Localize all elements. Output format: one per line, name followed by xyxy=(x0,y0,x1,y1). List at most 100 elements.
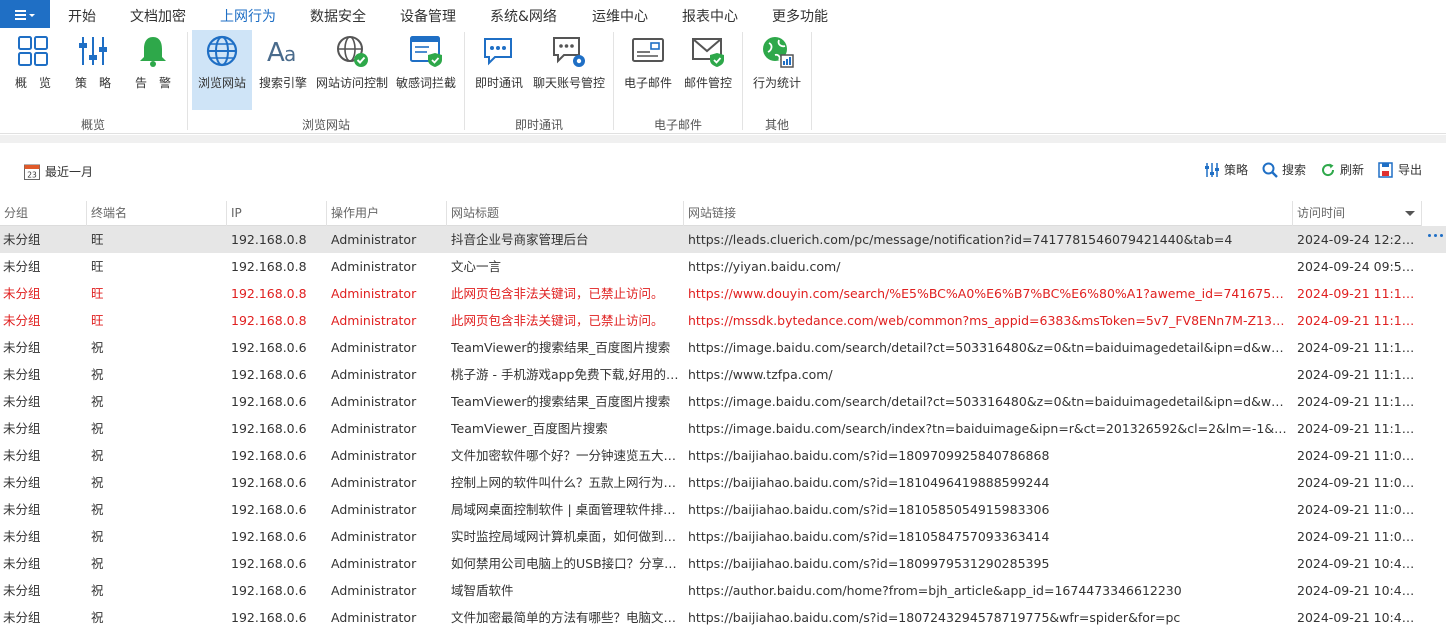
column-header-terminal[interactable]: 终端名 xyxy=(87,201,227,226)
envelope-shield-icon xyxy=(692,38,724,67)
export-button[interactable]: 导出 xyxy=(1378,161,1422,178)
cell-terminal: 祝 xyxy=(91,367,104,382)
refresh-icon xyxy=(1322,163,1334,176)
ribbon-mail-control-label: 邮件管控 xyxy=(683,76,732,90)
menu-tab-start[interactable]: 开始 xyxy=(68,6,96,26)
ribbon-im-label: 即时通讯 xyxy=(474,76,523,90)
cell-group: 未分组 xyxy=(3,610,41,625)
cell-ip: 192.168.0.6 xyxy=(231,448,307,463)
cell-time: 2024-09-21 11:03:42 xyxy=(1297,502,1422,517)
cell-ip: 192.168.0.8 xyxy=(231,232,307,247)
table-row[interactable]: 未分组 旺 192.168.0.8 Administrator 此网页包含非法关键词，已… xyxy=(0,280,1446,307)
table-row[interactable]: 未分组 祝 192.168.0.6 Administrator 实时监控局域网计算机桌面… xyxy=(0,523,1446,550)
cell-title: 文件加密最简单的方法有哪些？电脑文件... xyxy=(451,610,681,625)
table-row[interactable]: 未分组 祝 192.168.0.6 Administrator TeamViewer_百… xyxy=(0,415,1446,442)
table-row[interactable]: 未分组 祝 192.168.0.6 Administrator 域智盾软件 https:/… xyxy=(0,577,1446,604)
refresh-button[interactable]: 刷新 xyxy=(1320,161,1364,178)
table-row[interactable]: 未分组 祝 192.168.0.6 Administrator TeamViewer的搜… xyxy=(0,388,1446,415)
column-header-url[interactable]: 网站链接 xyxy=(684,201,1293,226)
table-row[interactable]: 未分组 祝 192.168.0.6 Administrator 桃子游 - 手机游戏ap… xyxy=(0,361,1446,388)
table-row[interactable]: 未分组 祝 192.168.0.6 Administrator 如何禁用公司电脑上的US… xyxy=(0,550,1446,577)
menu-tab-web-behavior[interactable]: 上网行为 xyxy=(220,6,276,30)
cell-url: https://baijiahao.baidu.com/s?id=1810585… xyxy=(688,502,1050,517)
cell-time: 2024-09-21 11:11:43 xyxy=(1297,394,1422,409)
cell-group: 未分组 xyxy=(3,313,41,328)
ribbon-browse-web-label: 浏览网站 xyxy=(197,76,246,90)
ribbon-im-button[interactable]: 即时通讯 xyxy=(470,30,528,110)
menu-tab-device-mgmt[interactable]: 设备管理 xyxy=(400,6,456,26)
column-header-ip[interactable]: IP xyxy=(227,201,327,226)
ribbon-alert-button[interactable]: 告 警 xyxy=(126,30,180,110)
ribbon-divider xyxy=(613,32,614,130)
cell-group: 未分组 xyxy=(3,421,41,436)
cell-group: 未分组 xyxy=(3,448,41,463)
cell-user: Administrator xyxy=(331,232,417,247)
cell-time: 2024-09-21 10:48:34 xyxy=(1297,583,1422,598)
ribbon: 概 览 策 略 告 警 概览 浏览网站 A a 搜索引擎 网站访问控制 敏感词拦… xyxy=(0,28,1446,134)
ribbon-chat-account-control-button[interactable]: 聊天账号管控 xyxy=(530,30,608,110)
ribbon-policy-label: 策 略 xyxy=(74,76,111,90)
ribbon-divider xyxy=(187,32,188,130)
cell-url: https://image.baidu.com/search/detail?ct… xyxy=(688,394,1288,409)
cell-ip: 192.168.0.6 xyxy=(231,367,307,382)
cell-url: https://image.baidu.com/search/index?tn=… xyxy=(688,421,1288,436)
ribbon-alert-label: 告 警 xyxy=(134,76,171,90)
ribbon-policy-button[interactable]: 策 略 xyxy=(66,30,120,110)
table-row[interactable]: 未分组 祝 192.168.0.6 Administrator 控制上网的软件叫什么？五… xyxy=(0,469,1446,496)
ribbon-site-access-control-button[interactable]: 网站访问控制 xyxy=(314,30,390,110)
menu-tab-reports[interactable]: 报表中心 xyxy=(682,6,738,26)
cell-url: https://author.baidu.com/home?from=bjh_a… xyxy=(688,583,1182,598)
cell-ip: 192.168.0.6 xyxy=(231,529,307,544)
export-button-label: 导出 xyxy=(1397,163,1422,177)
menu-tab-ops-center[interactable]: 运维中心 xyxy=(592,6,648,26)
menu-tab-more[interactable]: 更多功能 xyxy=(772,6,828,26)
column-header-time[interactable]: 访问时间 xyxy=(1293,201,1422,226)
ribbon-browse-web-button[interactable]: 浏览网站 xyxy=(192,30,252,110)
cell-url: https://leads.cluerich.com/pc/message/no… xyxy=(688,232,1233,247)
cell-user: Administrator xyxy=(331,259,417,274)
table-row[interactable]: 未分组 旺 192.168.0.8 Administrator 抖音企业号商家管理后台 h… xyxy=(0,226,1446,253)
table-row[interactable]: 未分组 祝 192.168.0.6 Administrator 文件加密软件哪个好？一分… xyxy=(0,442,1446,469)
cell-url: https://baijiahao.baidu.com/s?id=1809709… xyxy=(688,448,1050,463)
search-icon xyxy=(1262,162,1278,178)
ribbon-mail-control-button[interactable]: 邮件管控 xyxy=(680,30,736,110)
cell-title: TeamViewer的搜索结果_百度图片搜索 xyxy=(451,340,671,355)
menu-tab-data-security[interactable]: 数据安全 xyxy=(310,6,366,26)
cell-url: https://baijiahao.baidu.com/s?id=1810584… xyxy=(688,529,1050,544)
column-header-user[interactable]: 操作用户 xyxy=(327,201,447,226)
column-header-title[interactable]: 网站标题 xyxy=(447,201,684,226)
cell-terminal: 祝 xyxy=(91,340,104,355)
cell-user: Administrator xyxy=(331,367,417,382)
table-row[interactable]: 未分组 祝 192.168.0.6 Administrator TeamViewer的搜… xyxy=(0,334,1446,361)
ribbon-overview-button[interactable]: 概 览 xyxy=(6,30,60,110)
column-header-group[interactable]: 分组 xyxy=(0,201,87,226)
table-row[interactable]: 未分组 旺 192.168.0.8 Administrator 此网页包含非法关键词，已… xyxy=(0,307,1446,334)
table-row[interactable]: 未分组 旺 192.168.0.8 Administrator 文心一言 https://… xyxy=(0,253,1446,280)
cell-terminal: 祝 xyxy=(91,583,104,598)
policy-button[interactable]: 策略 xyxy=(1204,161,1248,178)
table-row[interactable]: 未分组 祝 192.168.0.6 Administrator 局域网桌面控制软件 | … xyxy=(0,496,1446,523)
cell-url: https://www.tzfpa.com/ xyxy=(688,367,833,382)
cell-ip: 192.168.0.8 xyxy=(231,259,307,274)
cell-title: 域智盾软件 xyxy=(451,583,514,598)
table-header: 分组 终端名 IP 操作用户 网站标题 网站链接 访问时间 xyxy=(0,201,1422,226)
menu-tab-doc-encrypt[interactable]: 文档加密 xyxy=(130,6,186,26)
search-button[interactable]: 搜索 xyxy=(1262,161,1306,178)
cell-url: https://baijiahao.baidu.com/s?id=1810496… xyxy=(688,475,1050,490)
ribbon-behavior-stats-button[interactable]: 行为统计 xyxy=(748,30,806,110)
menu-tab-system-network[interactable]: 系统&网络 xyxy=(490,6,557,26)
chat-bubble-icon xyxy=(484,38,512,66)
grid-overview-icon xyxy=(18,36,48,66)
table-row[interactable]: 未分组 祝 192.168.0.6 Administrator 文件加密最简单的方法有哪… xyxy=(0,604,1446,631)
cell-terminal: 旺 xyxy=(91,259,104,274)
date-range-selector[interactable]: 23 最近一月 xyxy=(24,163,93,180)
cell-title: 此网页包含非法关键词，已禁止访问。 xyxy=(451,313,664,328)
more-options-icon[interactable] xyxy=(1428,234,1443,237)
cell-time: 2024-09-21 11:11:49 xyxy=(1297,340,1422,355)
ribbon-search-engine-button[interactable]: A a 搜索引擎 xyxy=(255,30,311,110)
search-button-label: 搜索 xyxy=(1281,163,1306,177)
app-menu-button[interactable] xyxy=(0,0,50,28)
ribbon-divider xyxy=(742,32,743,130)
ribbon-email-button[interactable]: 电子邮件 xyxy=(620,30,676,110)
ribbon-sensitive-word-button[interactable]: 敏感词拦截 xyxy=(394,30,458,110)
